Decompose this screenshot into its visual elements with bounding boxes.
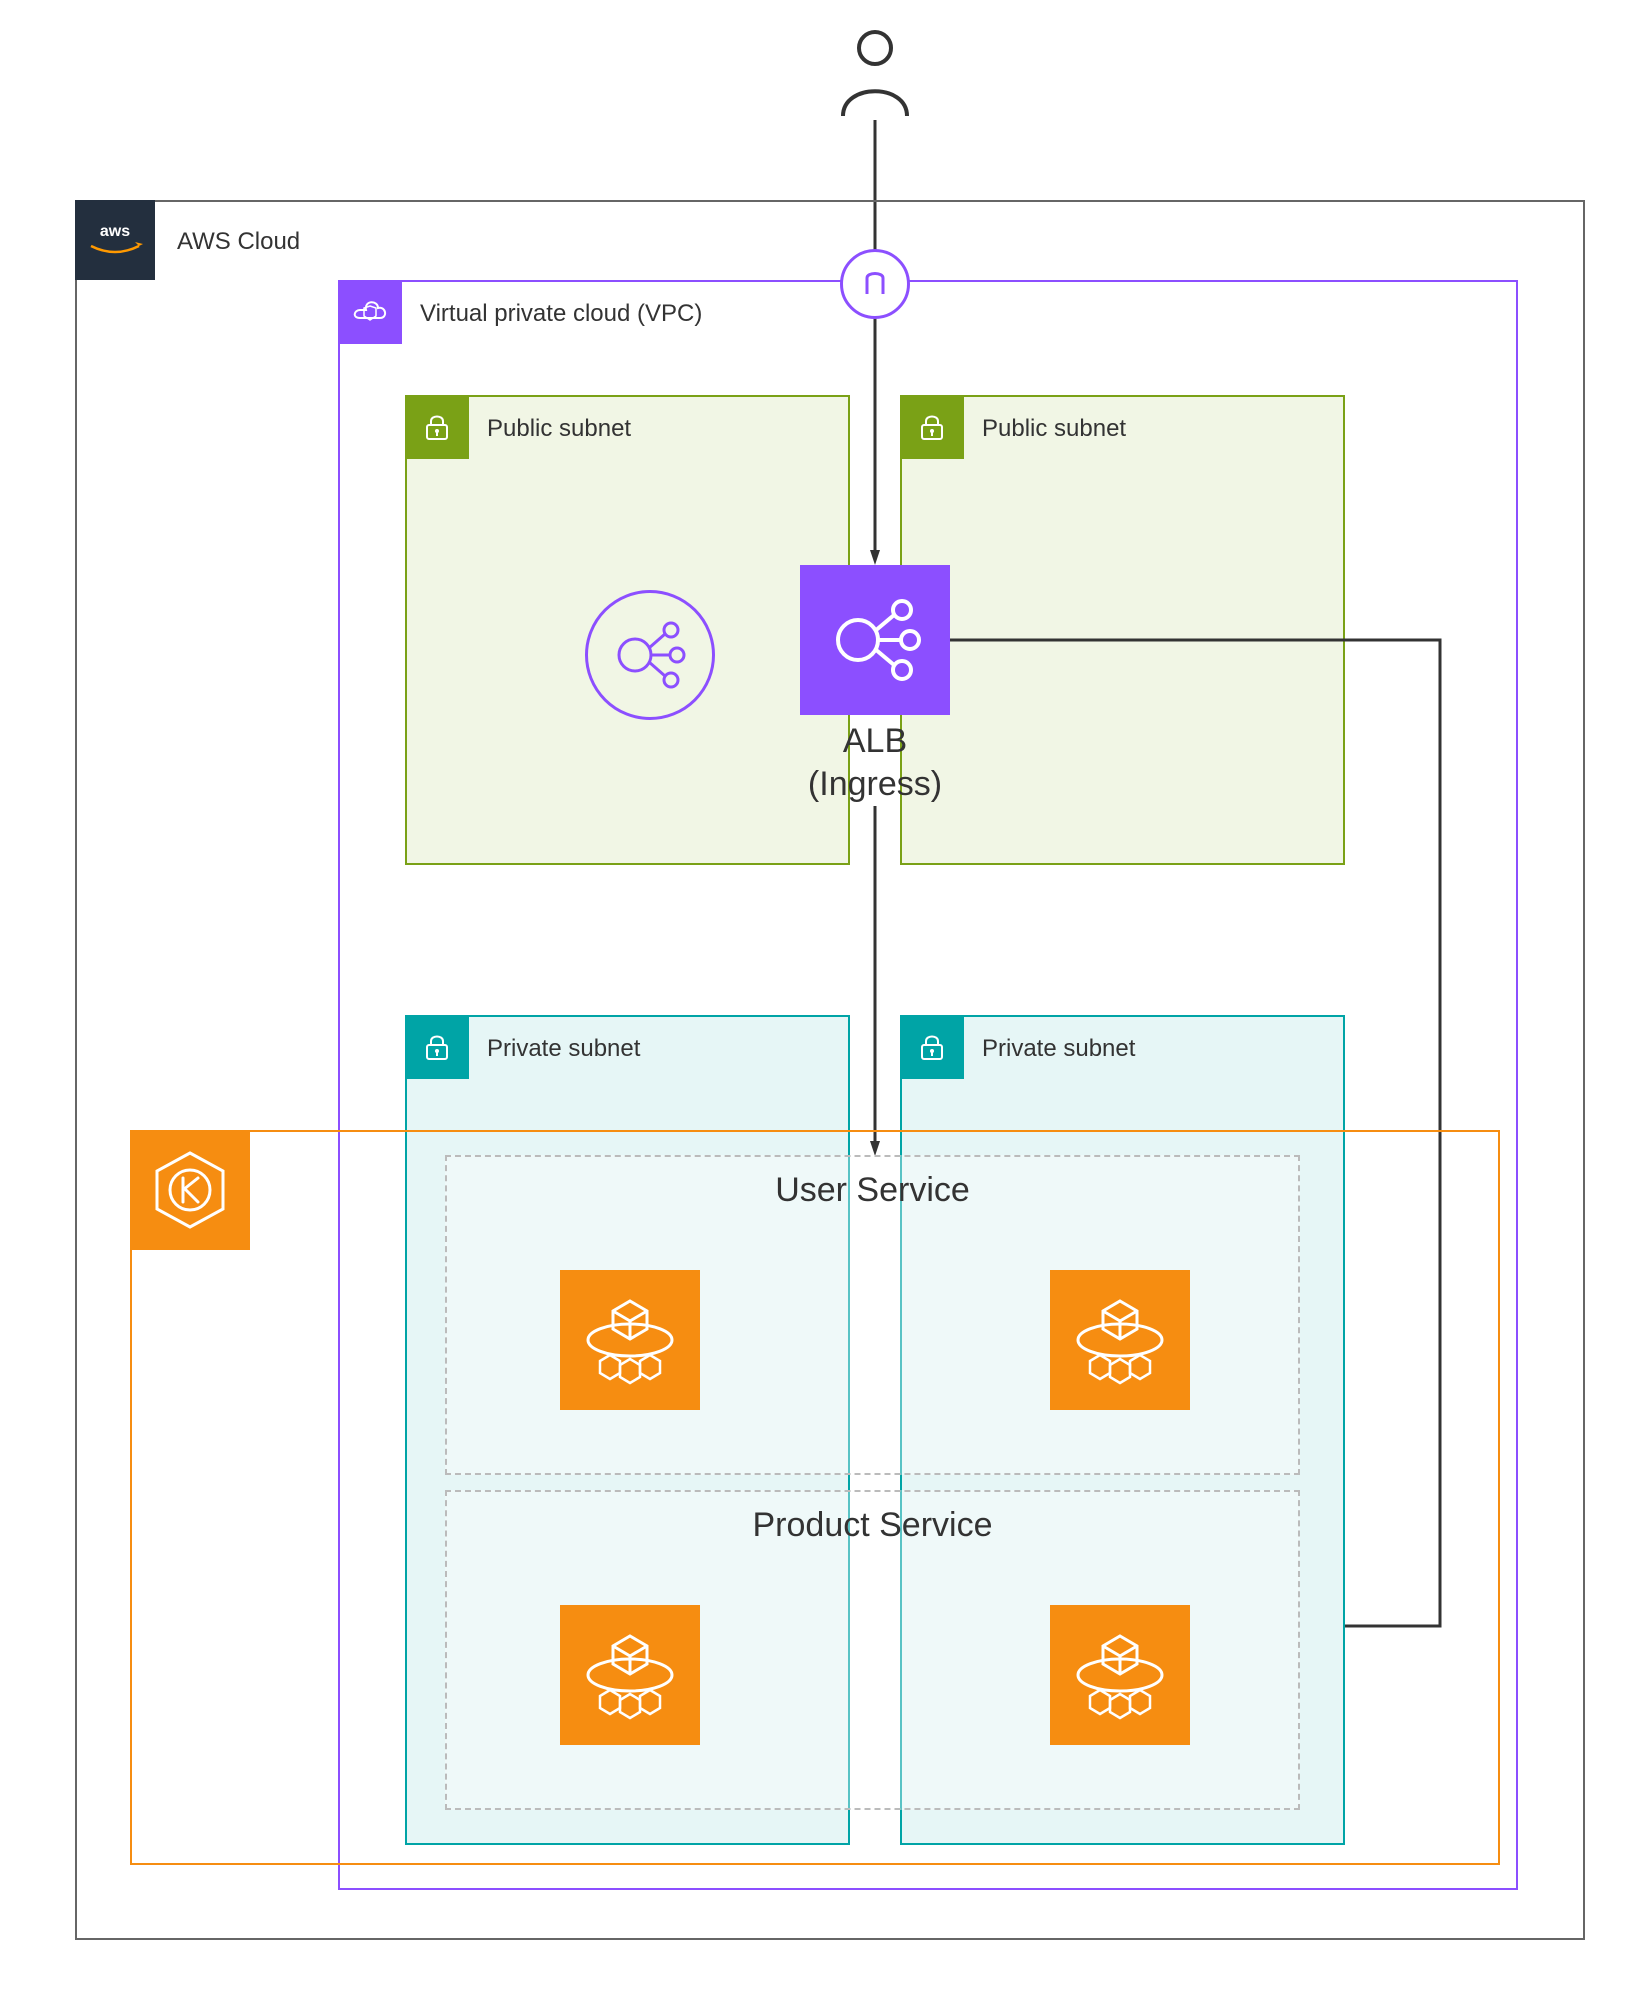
vpc-label: Virtual private cloud (VPC) bbox=[420, 300, 702, 328]
kubernetes-icon bbox=[130, 1130, 250, 1250]
private-subnet-left-label: Private subnet bbox=[487, 1035, 640, 1063]
lock-icon bbox=[405, 1015, 469, 1079]
public-subnet-right-label: Public subnet bbox=[982, 415, 1126, 443]
architecture-diagram: aws AWS Cloud Virtual private cloud (VPC… bbox=[0, 0, 1641, 2000]
lock-icon bbox=[900, 395, 964, 459]
aws-logo-icon: aws bbox=[75, 200, 155, 280]
container-pod-icon bbox=[560, 1605, 700, 1745]
lock-icon bbox=[405, 395, 469, 459]
load-balancer-icon bbox=[800, 565, 950, 715]
container-pod-icon bbox=[560, 1270, 700, 1410]
lock-icon bbox=[900, 1015, 964, 1079]
container-pod-icon bbox=[1050, 1605, 1190, 1745]
private-subnet-right-label: Private subnet bbox=[982, 1035, 1135, 1063]
user-icon bbox=[835, 28, 915, 118]
container-pod-icon bbox=[1050, 1270, 1190, 1410]
gateway-icon bbox=[840, 249, 910, 319]
cloud-shield-icon bbox=[338, 280, 402, 344]
user-service-label: User Service bbox=[447, 1171, 1298, 1210]
product-service-label: Product Service bbox=[447, 1506, 1298, 1545]
arrow-alb-to-user-service bbox=[870, 806, 880, 1156]
svg-text:aws: aws bbox=[100, 223, 130, 240]
load-balancer-outline-icon bbox=[585, 590, 715, 720]
public-subnet-left-label: Public subnet bbox=[487, 415, 631, 443]
aws-cloud-label: AWS Cloud bbox=[177, 228, 300, 256]
